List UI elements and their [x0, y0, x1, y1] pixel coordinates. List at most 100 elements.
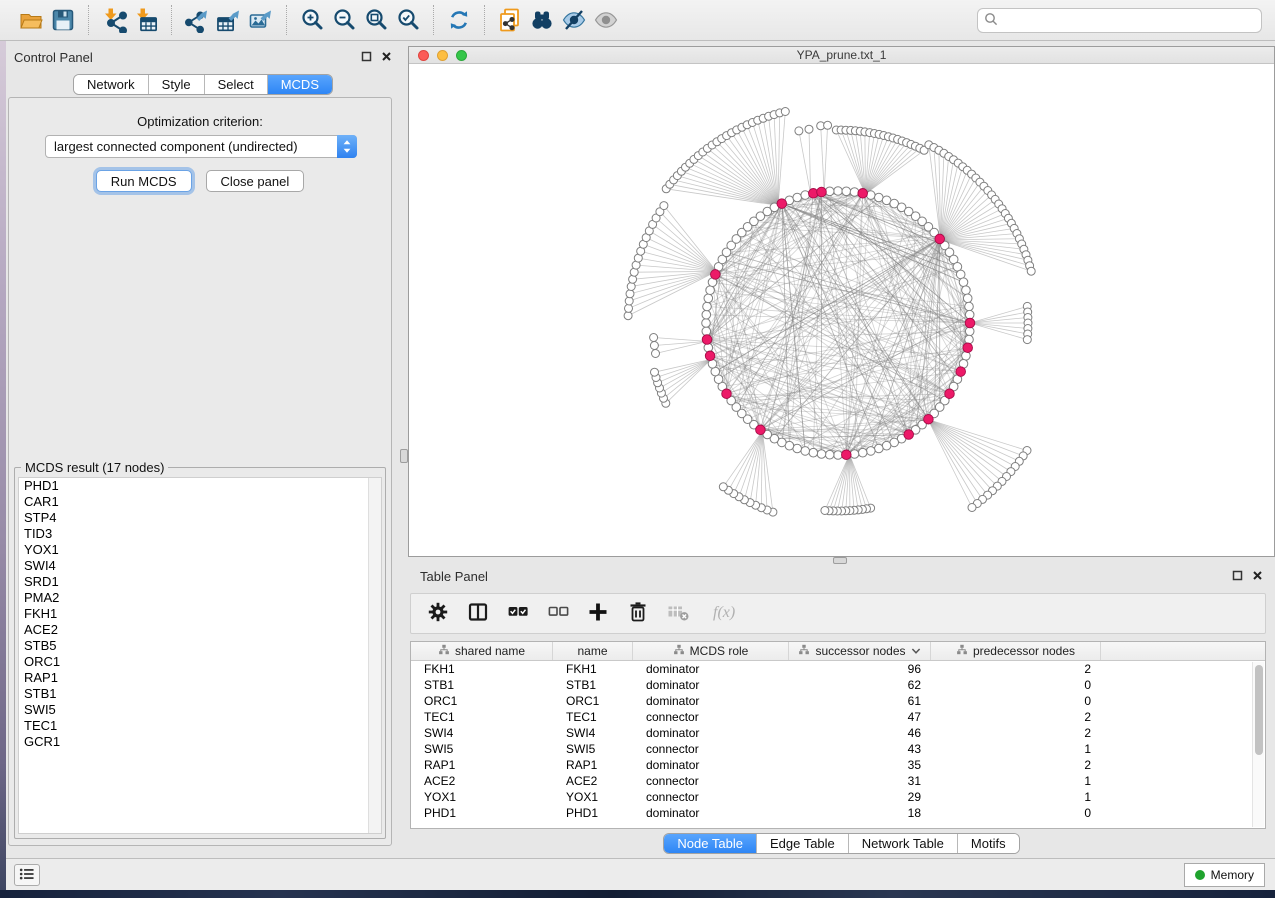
mcds-result-item[interactable]: ACE2: [19, 622, 381, 638]
first-neighbors-button[interactable]: [526, 5, 558, 35]
export-table-icon: [216, 7, 242, 33]
column-header-MCDS-role[interactable]: MCDS role: [633, 642, 789, 660]
network-window-titlebar[interactable]: YPA_prune.txt_1: [409, 47, 1274, 64]
import-table-button[interactable]: [130, 5, 162, 35]
hide-selected-button[interactable]: [558, 5, 590, 35]
window-traffic-lights: [418, 50, 467, 61]
table-row[interactable]: STB1STB1dominator620: [411, 677, 1265, 693]
table-row[interactable]: FKH1FKH1dominator962: [411, 661, 1265, 677]
column-header-successor-nodes[interactable]: successor nodes: [789, 642, 931, 660]
mcds-result-item[interactable]: GCR1: [19, 734, 381, 750]
mcds-result-item[interactable]: PMA2: [19, 590, 381, 606]
column-header-name[interactable]: name: [553, 642, 633, 660]
mcds-result-item[interactable]: RAP1: [19, 670, 381, 686]
clone-network-button[interactable]: [494, 5, 526, 35]
table-cell: SWI4: [411, 726, 553, 740]
mcds-result-item[interactable]: SRD1: [19, 574, 381, 590]
network-canvas[interactable]: [409, 64, 1274, 556]
mcds-result-item[interactable]: CAR1: [19, 494, 381, 510]
mcds-list-scrollbar[interactable]: [368, 478, 381, 833]
mcds-result-item[interactable]: TID3: [19, 526, 381, 542]
mcds-result-item[interactable]: STP4: [19, 510, 381, 526]
table-body: FKH1FKH1dominator962STB1STB1dominator620…: [411, 661, 1265, 821]
table-row[interactable]: PHD1PHD1dominator180: [411, 805, 1265, 821]
columns-button[interactable]: [465, 601, 491, 627]
deselect-all-button[interactable]: [545, 601, 571, 627]
table-cell: connector: [633, 774, 789, 788]
export-network-button[interactable]: [181, 5, 213, 35]
table-cell: 2: [931, 710, 1101, 724]
optimization-criterion-select[interactable]: largest connected component (undirected): [45, 135, 357, 158]
table-cell: STB1: [411, 678, 553, 692]
network-window-title: YPA_prune.txt_1: [409, 47, 1274, 63]
table-row[interactable]: ORC1ORC1dominator610: [411, 693, 1265, 709]
table-cell: 0: [931, 806, 1101, 820]
column-header-shared-name[interactable]: shared name: [411, 642, 553, 660]
add-column-button[interactable]: [585, 601, 611, 627]
table-row[interactable]: SWI5SWI5connector431: [411, 741, 1265, 757]
network-graph[interactable]: [409, 64, 1274, 556]
table-cell: YOX1: [553, 790, 633, 804]
column-header-predecessor-nodes[interactable]: predecessor nodes: [931, 642, 1101, 660]
mcds-result-item[interactable]: PHD1: [19, 478, 381, 494]
table-row[interactable]: RAP1RAP1dominator352: [411, 757, 1265, 773]
tab-network-table[interactable]: Network Table: [848, 834, 957, 853]
float-panel-icon[interactable]: [361, 51, 372, 62]
delete-column-button[interactable]: [625, 601, 651, 627]
mcds-result-item[interactable]: ORC1: [19, 654, 381, 670]
table-row[interactable]: ACE2ACE2connector311: [411, 773, 1265, 789]
mcds-result-item[interactable]: YOX1: [19, 542, 381, 558]
select-all-button[interactable]: [505, 601, 531, 627]
mcds-result-item[interactable]: SWI5: [19, 702, 381, 718]
mcds-result-item[interactable]: TEC1: [19, 718, 381, 734]
close-panel-icon[interactable]: [1252, 570, 1263, 581]
mcds-result-item[interactable]: SWI4: [19, 558, 381, 574]
minimize-window-icon[interactable]: [437, 50, 448, 61]
mcds-result-item[interactable]: FKH1: [19, 606, 381, 622]
memory-button[interactable]: Memory: [1184, 863, 1265, 887]
refresh-layout-button[interactable]: [443, 5, 475, 35]
tab-style[interactable]: Style: [148, 75, 204, 94]
tab-mcds[interactable]: MCDS: [267, 75, 332, 94]
zoom-selected-button[interactable]: [392, 5, 424, 35]
table-cell: TEC1: [411, 710, 553, 724]
zoom-in-button[interactable]: [296, 5, 328, 35]
export-table-button[interactable]: [213, 5, 245, 35]
settings-button[interactable]: [425, 601, 451, 627]
table-row[interactable]: TEC1TEC1connector472: [411, 709, 1265, 725]
close-panel-button[interactable]: Close panel: [206, 170, 305, 192]
import-network-button[interactable]: [98, 5, 130, 35]
table-cell: FKH1: [553, 662, 633, 676]
panel-menu-button[interactable]: [14, 864, 40, 886]
zoom-out-button[interactable]: [328, 5, 360, 35]
mcds-result-item[interactable]: STB5: [19, 638, 381, 654]
search-input[interactable]: [1002, 10, 1261, 31]
table-row[interactable]: SWI4SWI4dominator462: [411, 725, 1265, 741]
mcds-result-item[interactable]: STB1: [19, 686, 381, 702]
close-panel-icon[interactable]: [381, 51, 392, 62]
mcds-result-list[interactable]: PHD1CAR1STP4TID3YOX1SWI4SRD1PMA2FKH1ACE2…: [18, 477, 382, 834]
float-panel-icon[interactable]: [1232, 570, 1243, 581]
toolbar-group: [433, 5, 484, 35]
vertical-splitter-handle[interactable]: [400, 449, 408, 463]
table-cell: ORC1: [411, 694, 553, 708]
scrollbar-thumb[interactable]: [1255, 665, 1263, 755]
tab-select[interactable]: Select: [204, 75, 267, 94]
search-box[interactable]: [977, 8, 1262, 33]
maximize-window-icon[interactable]: [456, 50, 467, 61]
table-cell: RAP1: [553, 758, 633, 772]
tab-motifs[interactable]: Motifs: [957, 834, 1019, 853]
table-row[interactable]: YOX1YOX1connector291: [411, 789, 1265, 805]
zoom-fit-button[interactable]: [360, 5, 392, 35]
export-image-button[interactable]: [245, 5, 277, 35]
tab-edge-table[interactable]: Edge Table: [756, 834, 848, 853]
control-panel: Control Panel NetworkStyleSelectMCDS Opt…: [6, 41, 400, 858]
toolbar-group: [6, 5, 88, 35]
tab-network[interactable]: Network: [74, 75, 148, 94]
save-session-button[interactable]: [47, 5, 79, 35]
open-session-button[interactable]: [15, 5, 47, 35]
tab-node-table[interactable]: Node Table: [664, 834, 756, 853]
close-window-icon[interactable]: [418, 50, 429, 61]
table-scrollbar[interactable]: [1252, 662, 1264, 827]
run-mcds-button[interactable]: Run MCDS: [96, 170, 192, 192]
